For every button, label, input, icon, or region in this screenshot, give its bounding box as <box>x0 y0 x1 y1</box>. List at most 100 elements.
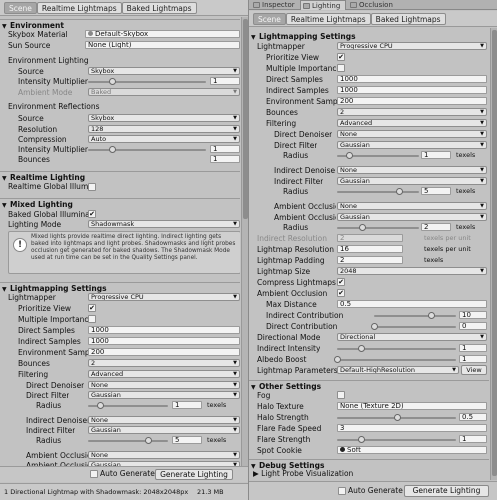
skybox-material-field[interactable]: Default-Skybox <box>85 30 240 38</box>
multiple-importance-checkbox[interactable] <box>337 64 345 72</box>
tab-realtime-lightmaps[interactable]: Realtime Lightmaps <box>285 13 371 25</box>
prioritize-view-checkbox[interactable]: ✔ <box>88 304 96 312</box>
generate-lighting-button[interactable]: Generate Lighting <box>155 469 233 480</box>
env-source-dropdown[interactable]: Skybox ▼ <box>88 67 240 75</box>
lightmapping-settings-header[interactable]: ▼ Lightmapping Settings <box>249 31 489 42</box>
intensity-multiplier-slider[interactable] <box>88 77 206 86</box>
environment-header[interactable]: ▼ Environment <box>0 19 240 30</box>
indirect-denoiser-dropdown[interactable]: None ▼ <box>88 416 240 424</box>
lightmap-resolution-field[interactable]: 16 <box>337 245 403 253</box>
intensity-multiplier-field[interactable]: 1 <box>210 77 240 85</box>
indirect-contribution-field[interactable]: 10 <box>459 311 487 319</box>
filtering-dropdown[interactable]: Advanced ▼ <box>337 119 487 127</box>
slider-knob[interactable] <box>357 345 365 352</box>
slider-knob[interactable] <box>428 312 436 319</box>
slider-knob[interactable] <box>334 356 341 363</box>
flare-strength-field[interactable]: 1 <box>459 435 487 443</box>
flare-fade-speed-field[interactable]: 3 <box>337 424 487 432</box>
window-tab-occlusion[interactable]: Occlusion <box>348 0 398 10</box>
view-button[interactable]: View <box>461 365 487 375</box>
lightmap-size-dropdown[interactable]: 2048 ▼ <box>337 267 487 275</box>
direct-contribution-field[interactable]: 0 <box>459 322 487 330</box>
compress-lightmaps-checkbox[interactable]: ✔ <box>337 278 345 286</box>
slider-knob[interactable] <box>97 402 104 409</box>
other-settings-header[interactable]: ▼ Other Settings <box>249 380 489 391</box>
indirect-contribution-slider[interactable] <box>374 311 456 320</box>
albedo-boost-slider[interactable] <box>334 355 456 364</box>
lightmap-parameters-dropdown[interactable]: Default-HighResolution ▼ <box>337 366 459 374</box>
direct-contribution-slider[interactable] <box>371 322 456 331</box>
radius1-field[interactable]: 1 <box>172 401 202 409</box>
radius1-slider[interactable] <box>337 151 419 160</box>
slider-knob[interactable] <box>358 224 366 231</box>
halo-strength-slider[interactable] <box>337 413 456 422</box>
direct-samples-field[interactable]: 1000 <box>337 75 487 83</box>
light-probe-visualization-label[interactable]: ▶ Light Probe Visualization <box>253 469 353 478</box>
indirect-samples-field[interactable]: 1000 <box>88 337 240 345</box>
refl-intensity-field[interactable]: 1 <box>210 145 240 153</box>
lightmapping-settings-header[interactable]: ▼ Lightmapping Settings <box>0 282 240 293</box>
ambient-occlusion-denoiser-dropdown[interactable]: None ▼ <box>88 451 240 459</box>
lightmapper-dropdown[interactable]: Progressive CPU ▼ <box>337 42 487 50</box>
auto-generate-checkbox[interactable] <box>338 487 346 495</box>
indirect-filter-dropdown[interactable]: Gaussian ▼ <box>88 426 240 434</box>
tab-realtime-lightmaps[interactable]: Realtime Lightmaps <box>36 2 122 14</box>
window-tab-inspector[interactable]: Inspector <box>251 0 298 10</box>
direct-denoiser-dropdown[interactable]: None ▼ <box>337 130 487 138</box>
scrollbar-thumb[interactable] <box>243 19 248 219</box>
lm-bounces-dropdown[interactable]: 2 ▼ <box>88 359 240 367</box>
ambient-occlusion-checkbox[interactable]: ✔ <box>337 289 345 297</box>
tab-scene[interactable]: Scene <box>4 2 37 14</box>
slider-knob[interactable] <box>108 78 116 85</box>
halo-texture-field[interactable]: None (Texture 2D) <box>337 402 487 410</box>
realtime-lighting-header[interactable]: ▼ Realtime Lighting <box>0 171 240 182</box>
left-scrollbar[interactable] <box>241 17 248 482</box>
slider-knob[interactable] <box>346 152 354 159</box>
radius1-slider[interactable] <box>88 401 168 410</box>
lightmapper-dropdown[interactable]: Progressive CPU ▼ <box>88 293 240 301</box>
scrollbar-thumb[interactable] <box>492 30 497 476</box>
fog-checkbox[interactable] <box>337 391 345 399</box>
tab-baked-lightmaps[interactable]: Baked Lightmaps <box>370 13 446 25</box>
generate-lighting-button[interactable]: Generate Lighting <box>404 485 489 497</box>
radius2-slider[interactable] <box>337 187 419 196</box>
flare-strength-slider[interactable] <box>337 435 456 444</box>
prioritize-view-checkbox[interactable]: ✔ <box>337 53 345 61</box>
radius1-field[interactable]: 1 <box>421 151 451 159</box>
direct-samples-field[interactable]: 1000 <box>88 326 240 334</box>
window-tab-lighting[interactable]: Lighting <box>300 0 346 10</box>
radius3-field[interactable]: 2 <box>421 223 451 231</box>
refl-bounces-field[interactable]: 1 <box>210 155 240 163</box>
filtering-dropdown[interactable]: Advanced ▼ <box>88 370 240 378</box>
environment-samples-field[interactable]: 200 <box>88 348 240 356</box>
lighting-mode-dropdown[interactable]: Shadowmask ▼ <box>88 220 240 228</box>
ambient-occlusion-filter-dropdown[interactable]: Gaussian ▼ <box>337 213 487 221</box>
environment-samples-field[interactable]: 200 <box>337 97 487 105</box>
realtime-gi-checkbox[interactable] <box>88 183 96 191</box>
auto-generate-checkbox[interactable] <box>90 470 98 478</box>
radius2-field[interactable]: 5 <box>172 436 202 444</box>
radius2-field[interactable]: 5 <box>421 187 451 195</box>
lightmap-padding-field[interactable]: 2 <box>337 256 403 264</box>
spot-cookie-field[interactable]: Soft <box>337 446 487 454</box>
slider-knob[interactable] <box>145 437 152 444</box>
directional-mode-dropdown[interactable]: Directional ▼ <box>337 333 487 341</box>
resolution-dropdown[interactable]: 128 ▼ <box>88 125 240 133</box>
sun-source-field[interactable]: None (Light) <box>85 41 240 49</box>
right-scrollbar[interactable] <box>490 28 497 480</box>
radius2-slider[interactable] <box>88 436 168 445</box>
lm-bounces-dropdown[interactable]: 2 ▼ <box>337 108 487 116</box>
tab-scene[interactable]: Scene <box>253 13 286 25</box>
indirect-intensity-field[interactable]: 1 <box>459 344 487 352</box>
multiple-importance-checkbox[interactable] <box>88 315 96 323</box>
slider-knob[interactable] <box>395 188 403 195</box>
indirect-samples-field[interactable]: 1000 <box>337 86 487 94</box>
indirect-filter-dropdown[interactable]: Gaussian ▼ <box>337 177 487 185</box>
slider-knob[interactable] <box>108 146 116 153</box>
indirect-denoiser-dropdown[interactable]: None ▼ <box>337 166 487 174</box>
direct-filter-dropdown[interactable]: Gaussian ▼ <box>88 391 240 399</box>
refl-intensity-slider[interactable] <box>88 145 206 154</box>
max-distance-field[interactable]: 0.5 <box>337 300 487 308</box>
radius3-slider[interactable] <box>337 223 419 232</box>
indirect-intensity-slider[interactable] <box>337 344 456 353</box>
